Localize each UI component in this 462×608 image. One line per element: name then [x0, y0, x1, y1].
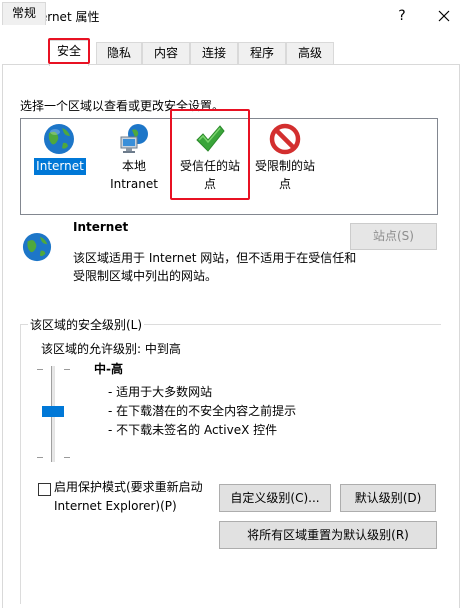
zone-local-intranet-line1: 本地 — [121, 159, 146, 173]
zone-restricted-sites[interactable]: 受限制的站 点 — [250, 123, 320, 193]
default-level-button[interactable]: 默认级别(D) — [340, 484, 436, 512]
level-bullet: - 适用于大多数网站 — [108, 385, 213, 399]
level-bullet: - 不下载未签名的 ActiveX 控件 — [108, 423, 278, 437]
protected-mode-label-line1: 启用保护模式(要求重新启动 — [54, 480, 203, 494]
zone-detail-title: Internet — [73, 220, 129, 234]
tab-programs[interactable]: 程序 — [238, 42, 286, 65]
slider-tick — [37, 369, 43, 370]
zone-trusted-sites-line1: 受信任的站 — [179, 159, 240, 173]
tab-advanced[interactable]: 高级 — [286, 42, 334, 65]
sites-button[interactable]: 站点(S) — [350, 223, 437, 250]
help-button[interactable]: ? — [390, 4, 414, 28]
zone-restricted-sites-line1: 受限制的站 — [254, 159, 315, 173]
protected-mode-label-line2: Internet Explorer)(P) — [54, 499, 177, 513]
security-level-group-title: 该区域的安全级别(L) — [28, 316, 145, 333]
checkmark-icon — [196, 125, 225, 152]
intranet-icon — [120, 124, 148, 153]
globe-icon — [22, 232, 52, 262]
tab-general[interactable]: 常规 — [2, 2, 46, 25]
security-level-bullets: - 适用于大多数网站 - 在下载潜在的不安全内容之前提示 - 不下载未签名的 A… — [108, 383, 296, 440]
globe-icon — [44, 124, 74, 154]
protected-mode-checkbox[interactable] — [38, 483, 51, 496]
slider-tick — [64, 369, 70, 370]
close-icon — [438, 10, 450, 22]
zone-internet-label: Internet — [34, 158, 86, 175]
close-button[interactable] — [430, 4, 458, 28]
zone-restricted-sites-line2: 点 — [278, 177, 291, 191]
zone-detail-description: 该区域适用于 Internet 网站，但不适用于在受信任和受限制区域中列出的网站… — [73, 251, 357, 283]
zone-local-intranet[interactable]: 本地 Intranet — [104, 123, 164, 193]
title-bar: Internet 属性 ? — [0, 0, 462, 32]
allowed-levels-text: 该区域的允许级别: 中到高 — [41, 342, 181, 356]
tab-privacy[interactable]: 隐私 — [96, 42, 142, 65]
tab-content[interactable]: 内容 — [142, 42, 190, 65]
zone-trusted-sites[interactable]: 受信任的站 点 — [175, 123, 245, 193]
tab-connections[interactable]: 连接 — [190, 42, 238, 65]
reset-all-zones-button[interactable]: 将所有区域重置为默认级别(R) — [219, 521, 437, 549]
slider-tick — [37, 457, 43, 458]
tab-security[interactable]: 安全 — [49, 40, 89, 66]
zone-trusted-sites-line2: 点 — [203, 177, 216, 191]
security-level-group — [20, 324, 441, 604]
custom-level-button[interactable]: 自定义级别(C)... — [219, 484, 331, 512]
zone-local-intranet-line2: Intranet — [110, 177, 158, 191]
slider-tick — [64, 457, 70, 458]
restricted-icon — [269, 123, 301, 155]
level-bullet: - 在下载潜在的不安全内容之前提示 — [108, 404, 297, 418]
security-level-slider-thumb[interactable] — [42, 406, 64, 417]
zone-instruction: 选择一个区域以查看或更改安全设置。 — [20, 99, 225, 113]
protected-mode-label[interactable]: 启用保护模式(要求重新启动 Internet Explorer)(P) — [54, 478, 203, 516]
security-level-name: 中-高 — [94, 362, 123, 376]
zone-internet[interactable]: Internet — [30, 123, 90, 175]
